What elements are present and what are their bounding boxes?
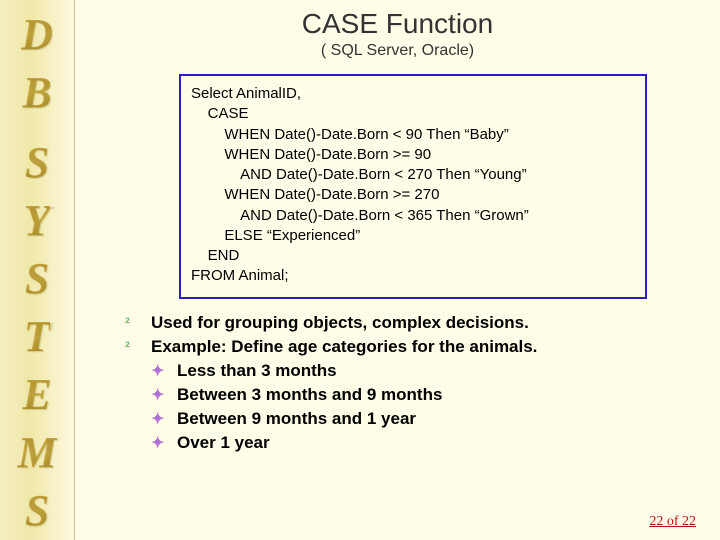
slide-title: CASE Function — [103, 8, 692, 40]
bullet-l2: ✦ Over 1 year — [151, 433, 692, 453]
bullet-mark-l2: ✦ — [151, 385, 167, 405]
bullet-l1: ² Example: Define age categories for the… — [125, 337, 692, 357]
bullet-l2: ✦ Between 3 months and 9 months — [151, 385, 692, 405]
sidebar-letter: Y — [24, 192, 51, 250]
sidebar: D B S Y S T E M S — [0, 0, 75, 540]
sidebar-letter: T — [24, 308, 51, 366]
bullet-mark-l2: ✦ — [151, 361, 167, 381]
sidebar-letter: S — [25, 482, 49, 540]
bullet-mark-l1: ² — [125, 339, 141, 356]
page-of: of — [663, 514, 682, 529]
bullet-text: Example: Define age categories for the a… — [151, 337, 537, 357]
code-text: Select AnimalID, CASE WHEN Date()-Date.B… — [191, 84, 635, 287]
bullet-text: Less than 3 months — [177, 361, 337, 381]
bullet-text: Between 9 months and 1 year — [177, 409, 416, 429]
sidebar-letter: E — [22, 366, 51, 424]
sidebar-letter: S — [25, 134, 49, 192]
sidebar-letter: B — [22, 64, 51, 122]
bullet-list: ² Used for grouping objects, complex dec… — [125, 313, 692, 453]
slide-subtitle: ( SQL Server, Oracle) — [103, 42, 692, 60]
page-total: 22 — [682, 514, 696, 529]
bullet-text: Used for grouping objects, complex decis… — [151, 313, 529, 333]
sidebar-letter: M — [17, 424, 56, 482]
bullet-mark-l1: ² — [125, 315, 141, 332]
sidebar-letter: S — [25, 250, 49, 308]
bullet-text: Over 1 year — [177, 433, 270, 453]
bullet-mark-l2: ✦ — [151, 433, 167, 453]
slide-content: CASE Function ( SQL Server, Oracle) Sele… — [75, 0, 720, 540]
bullet-l1: ² Used for grouping objects, complex dec… — [125, 313, 692, 333]
bullet-mark-l2: ✦ — [151, 409, 167, 429]
sidebar-letter: D — [21, 6, 53, 64]
page-footer: 22 of 22 — [649, 514, 696, 530]
bullet-l2: ✦ Less than 3 months — [151, 361, 692, 381]
code-box: Select AnimalID, CASE WHEN Date()-Date.B… — [179, 74, 647, 299]
page-current: 22 — [649, 514, 663, 529]
bullet-l2: ✦ Between 9 months and 1 year — [151, 409, 692, 429]
bullet-text: Between 3 months and 9 months — [177, 385, 442, 405]
